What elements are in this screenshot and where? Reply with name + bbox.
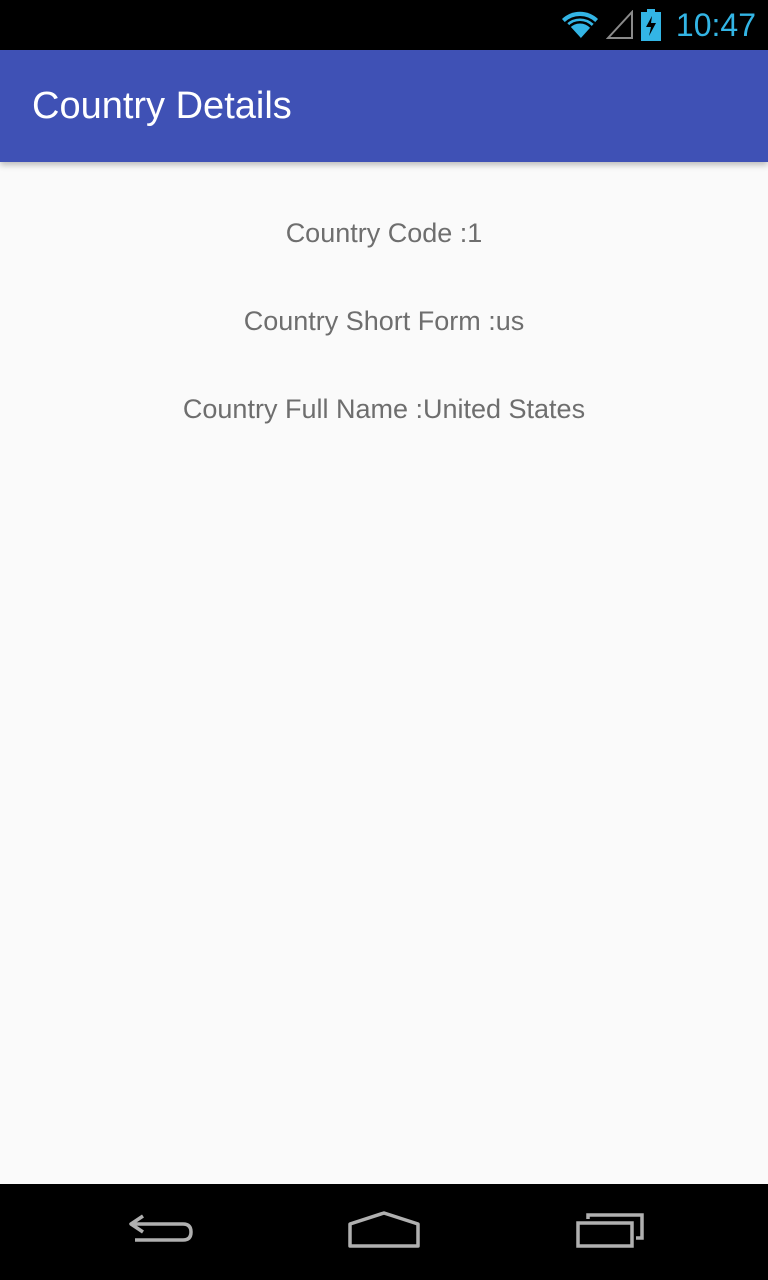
country-code-text: Country Code :1 bbox=[285, 218, 483, 248]
page-title: Country Details bbox=[32, 85, 292, 127]
content-area: Country Code :1 Country Short Form :us C… bbox=[0, 162, 768, 1184]
wifi-icon bbox=[560, 10, 600, 40]
back-icon bbox=[125, 1210, 195, 1255]
cell-signal-icon bbox=[605, 10, 634, 40]
app-bar: Country Details bbox=[0, 50, 768, 162]
back-button[interactable] bbox=[112, 1202, 208, 1262]
home-icon bbox=[346, 1210, 422, 1255]
navigation-bar bbox=[0, 1184, 768, 1280]
status-icons: 10:47 bbox=[560, 0, 756, 50]
status-time: 10:47 bbox=[675, 7, 756, 43]
battery-charging-icon bbox=[640, 9, 662, 41]
status-bar: 10:47 bbox=[0, 0, 768, 50]
recents-icon bbox=[574, 1210, 646, 1255]
country-full-name-text: Country Full Name :United States bbox=[182, 394, 586, 424]
home-button[interactable] bbox=[336, 1202, 432, 1262]
country-short-form-text: Country Short Form :us bbox=[243, 306, 525, 336]
recents-button[interactable] bbox=[562, 1202, 658, 1262]
